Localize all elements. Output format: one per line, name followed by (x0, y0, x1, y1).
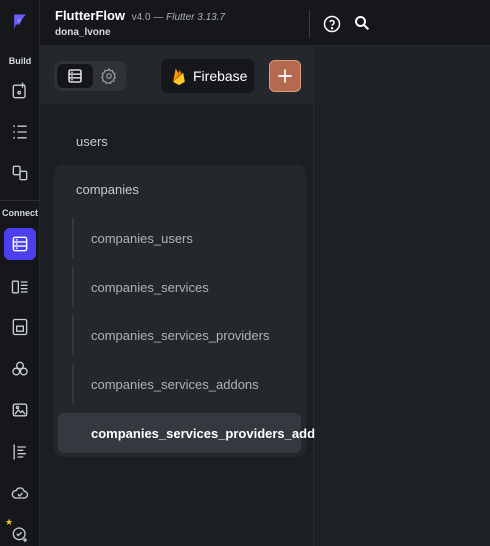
firestore-button[interactable] (4, 228, 36, 260)
subcollection-label: companies_services_addons (91, 377, 259, 392)
subcollection-item[interactable]: companies_users (72, 218, 302, 258)
database-icon (68, 69, 82, 83)
text-styles-button[interactable] (4, 436, 36, 468)
top-header: FlutterFlow v4.0 — Flutter 3.13.7 dona_l… (40, 0, 490, 46)
tree-guide-line (72, 218, 74, 258)
subcollection-label: companies_services (91, 280, 209, 295)
tree-guide-line (72, 267, 74, 307)
storage-button[interactable] (4, 311, 36, 343)
collection-group-companies: companies companies_users companies_serv… (54, 165, 338, 457)
connect-section-label: Connect (2, 208, 38, 218)
cloud-functions-button[interactable] (4, 477, 36, 509)
subcollection-label: companies_services_providers (91, 328, 270, 343)
build-section-label: Build (8, 56, 32, 66)
settings-view-button[interactable] (94, 64, 124, 88)
app-title: FlutterFlow v4.0 — Flutter 3.13.7 (55, 8, 225, 23)
subcollection-item[interactable]: companies_services (72, 267, 302, 307)
tree-guide-line (72, 315, 74, 355)
search-icon[interactable] (353, 14, 371, 32)
text-icon (13, 444, 26, 460)
app-name: FlutterFlow (55, 8, 126, 23)
collection-users[interactable]: users (76, 134, 108, 149)
cloud-icon (11, 487, 29, 499)
subcollection-item[interactable]: companies_services_providers (72, 315, 302, 355)
panel-toolbar: Firebase (40, 46, 314, 104)
tree-guide-line (72, 364, 74, 404)
project-name[interactable]: dona_lvone (55, 27, 111, 38)
subcollection-item[interactable]: companies_services_addons (72, 364, 302, 404)
plus-icon (278, 69, 292, 83)
widget-tree-button[interactable] (4, 116, 36, 148)
view-toggle (54, 61, 126, 91)
subcollection-label: companies_services_providers_addons (91, 426, 339, 441)
firebase-label: Firebase (193, 68, 248, 84)
subcollection-item-selected[interactable]: companies_services_providers_addons (58, 413, 338, 453)
collection-companies[interactable]: companies (76, 182, 139, 197)
integrations-icon (12, 361, 28, 376)
firebase-icon (173, 68, 185, 86)
editor-canvas (315, 46, 490, 546)
app-version: v4.0 (131, 12, 151, 23)
nav-rail: Build Connect ★ (0, 0, 40, 546)
star-badge-icon: ★ (5, 517, 14, 527)
add-page-button[interactable] (4, 75, 36, 107)
add-collection-button[interactable] (269, 60, 301, 92)
question-circle-icon[interactable] (323, 15, 341, 33)
api-icon (11, 280, 28, 294)
components-button[interactable] (4, 157, 36, 189)
storage-icon (12, 318, 28, 336)
header-divider (309, 10, 310, 38)
integrations-button[interactable] (4, 353, 36, 385)
media-icon (12, 403, 28, 417)
firestore-icon (12, 236, 28, 252)
media-assets-button[interactable] (4, 394, 36, 426)
components-icon (12, 165, 28, 181)
firestore-panel: Firebase users companies companies_users… (40, 46, 338, 546)
flutter-version: — Flutter 3.13.7 (150, 12, 226, 23)
add-page-icon (12, 82, 26, 99)
gear-icon (101, 67, 117, 85)
tests-button[interactable]: ★ (4, 517, 36, 546)
subcollection-label: companies_users (91, 231, 193, 246)
collections-view-button[interactable] (57, 64, 93, 88)
list-tree-icon (13, 125, 27, 139)
api-calls-button[interactable] (4, 271, 36, 303)
firebase-button[interactable]: Firebase (161, 59, 254, 93)
flutterflow-logo-icon[interactable] (6, 8, 34, 36)
